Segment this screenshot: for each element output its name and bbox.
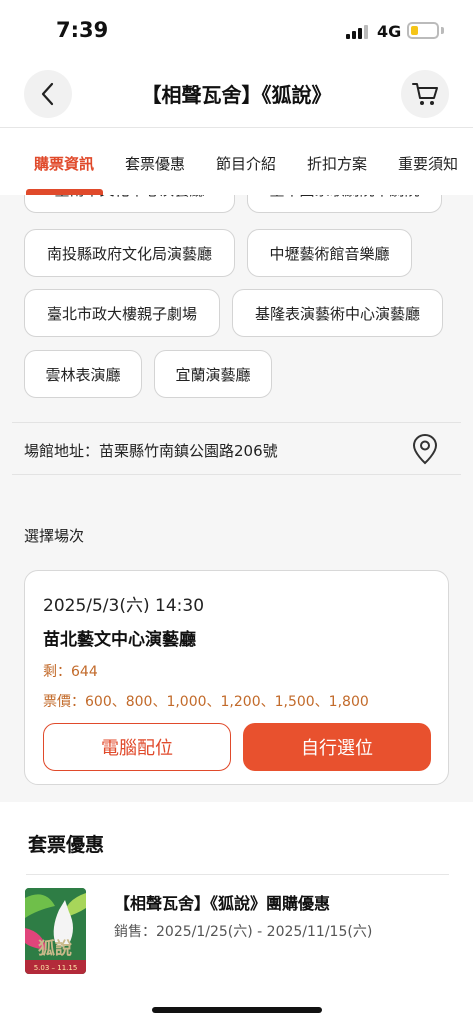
battery-level (411, 26, 418, 35)
tab-bar: 購票資訊 套票優惠 節目介紹 折扣方案 重要須知 (0, 129, 473, 195)
tab-discount-plans[interactable]: 折扣方案 (307, 153, 367, 174)
tab-ticket-info[interactable]: 購票資訊 (34, 153, 94, 174)
session-datetime: 2025/5/3(六) 14:30 (43, 596, 205, 616)
tab-package-deals[interactable]: 套票優惠 (125, 153, 185, 174)
status-bar: 7:39 4G (0, 0, 473, 62)
cart-icon (412, 83, 438, 105)
venue-chip[interactable]: 臺南市文化中心演藝廳 (24, 195, 235, 213)
home-indicator (152, 1007, 322, 1013)
promo-thumb-text: 狐說 (38, 938, 72, 959)
page-title: 【相聲瓦舍】《狐說》 (141, 83, 332, 107)
self-select-seat-button[interactable]: 自行選位 (243, 723, 431, 771)
venue-address: 場館地址：苗栗縣竹南鎮公園路206號 (24, 442, 278, 460)
package-deals-title: 套票優惠 (28, 834, 105, 856)
chevron-left-icon (41, 82, 54, 106)
nav-bar: 【相聲瓦舍】《狐說》 (0, 62, 473, 128)
promo-item-title[interactable]: 【相聲瓦舍】《狐說》團購優惠 (114, 890, 330, 914)
cart-button[interactable] (401, 70, 449, 118)
session-venue: 苗北藝文中心演藝廳 (43, 630, 196, 650)
promo-thumb-dates: 5.03 – 11.15 (34, 964, 78, 972)
remaining-seats: 剩：644 (43, 664, 98, 680)
tab-important-notes[interactable]: 重要須知 (398, 153, 458, 174)
status-time: 7:39 (56, 18, 109, 42)
session-card[interactable]: 2025/5/3(六) 14:30 苗北藝文中心演藝廳 剩：644 票價：600… (24, 570, 449, 785)
signal-icon (346, 25, 368, 39)
package-deals-section: 套票優惠 狐說 5.03 – 11.15 【相聲瓦舍】《狐說》團購優惠 銷售：2… (0, 802, 473, 1024)
select-session-label: 選擇場次 (24, 527, 85, 545)
battery-icon (407, 22, 439, 39)
venue-chip[interactable]: 中壢藝術館音樂廳 (247, 229, 412, 277)
venue-chip[interactable]: 南投縣政府文化局演藝廳 (24, 229, 235, 277)
tab-program-intro[interactable]: 節目介紹 (216, 153, 276, 174)
venue-chip[interactable]: 臺北市政大樓親子劇場 (24, 289, 220, 337)
promo-poster-image: 狐說 5.03 – 11.15 (25, 888, 86, 974)
divider (12, 474, 461, 475)
promo-sale-period: 銷售：2025/1/25(六) - 2025/11/15(六) (114, 924, 373, 940)
venue-chip[interactable]: 臺中國家歌劇院中劇院 (247, 195, 442, 213)
divider (26, 874, 449, 875)
computer-seat-button[interactable]: 電腦配位 (43, 723, 231, 771)
venue-chip[interactable]: 宜蘭演藝廳 (154, 350, 272, 398)
divider (12, 422, 461, 423)
back-button[interactable] (24, 70, 72, 118)
location-pin-icon[interactable] (411, 433, 439, 465)
venue-chip[interactable]: 雲林表演廳 (24, 350, 142, 398)
network-label: 4G (377, 22, 402, 41)
battery-cap (441, 27, 444, 34)
ticket-info-content: 臺南市文化中心演藝廳 臺中國家歌劇院中劇院 南投縣政府文化局演藝廳 中壢藝術館音… (0, 195, 473, 802)
venue-chip[interactable]: 基隆表演藝術中心演藝廳 (232, 289, 443, 337)
ticket-prices: 票價：600、800、1,000、1,200、1,500、1,800 (43, 694, 369, 710)
promo-thumbnail[interactable]: 狐說 5.03 – 11.15 (25, 888, 86, 974)
